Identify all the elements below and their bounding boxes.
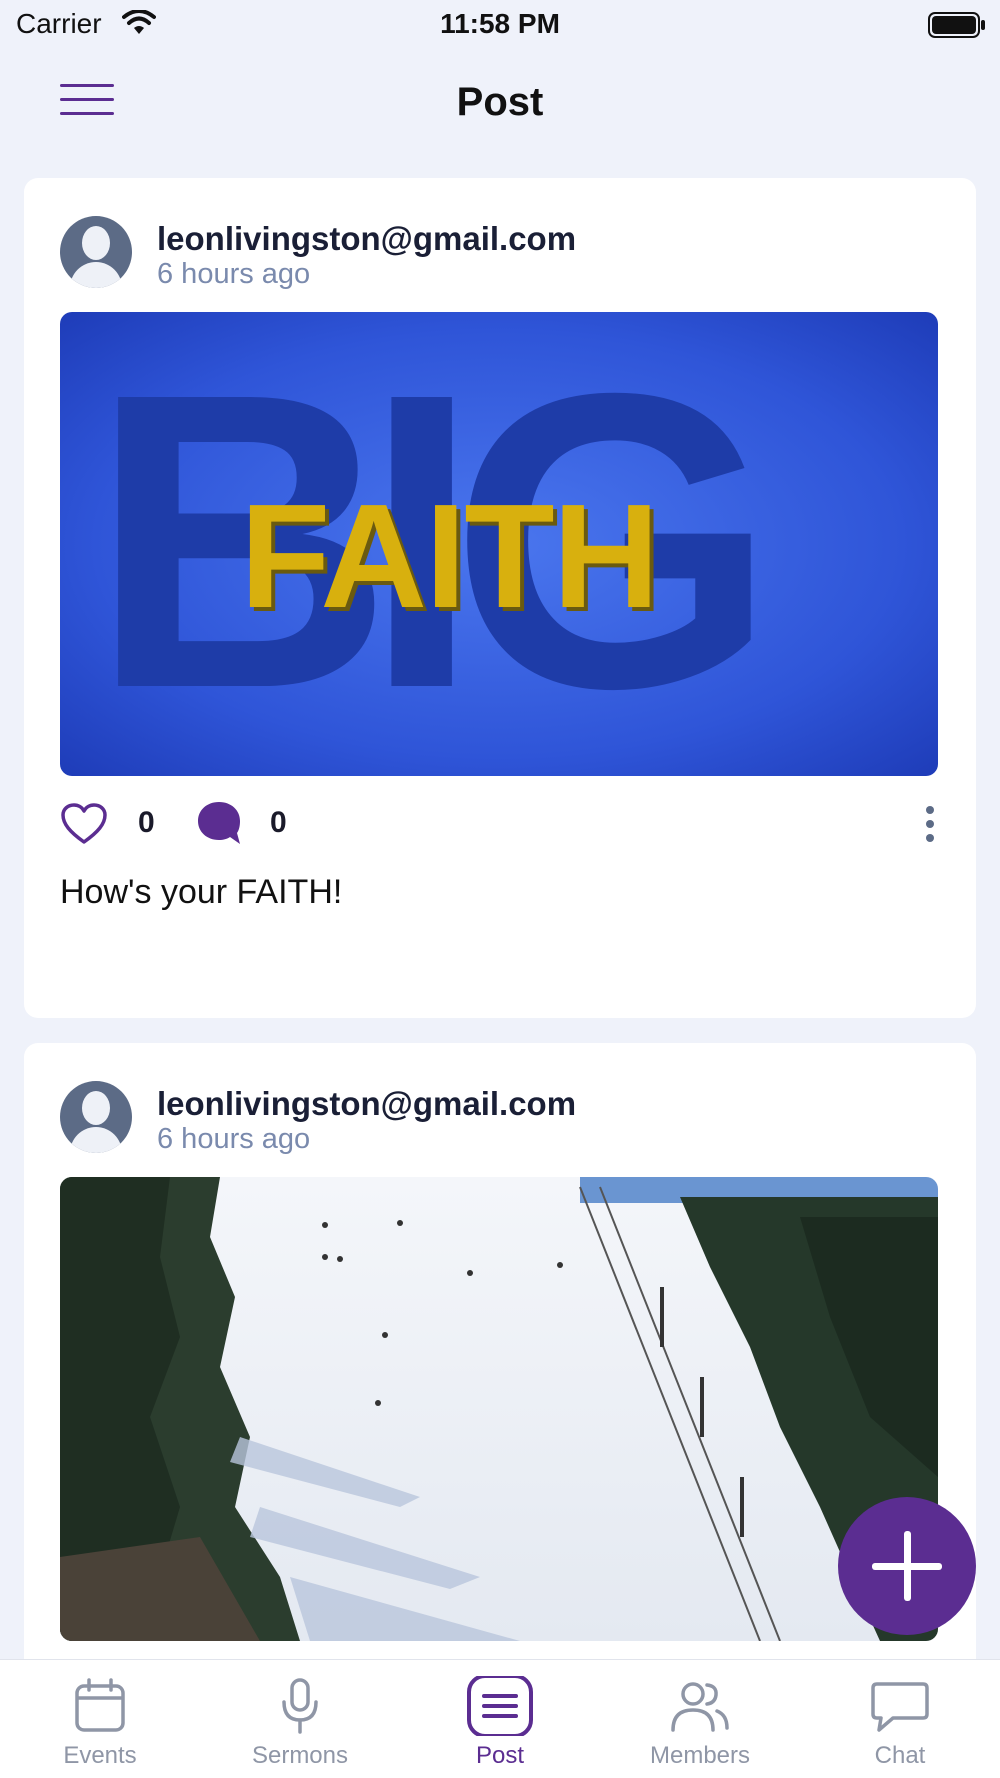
- tab-events[interactable]: Events: [0, 1660, 200, 1778]
- tab-chat[interactable]: Chat: [800, 1660, 1000, 1778]
- tab-label: Post: [475, 1742, 525, 1769]
- tab-label: Events: [63, 1742, 137, 1769]
- post-author[interactable]: leonlivingston@gmail.com: [157, 1085, 576, 1123]
- post-caption: How's your FAITH!: [60, 873, 343, 911]
- heart-icon[interactable]: [60, 802, 108, 846]
- add-post-button[interactable]: [838, 1497, 976, 1635]
- post-timestamp: 6 hours ago: [157, 1123, 311, 1155]
- ski-slope-illustration: [60, 1177, 938, 1641]
- tab-post[interactable]: Post: [400, 1660, 600, 1778]
- avatar[interactable]: [60, 216, 132, 288]
- image-faith-text: FAITH: [240, 474, 660, 639]
- post-actions: 0 0: [60, 798, 940, 854]
- comment-count: 0: [270, 806, 287, 839]
- tab-label: Chat: [874, 1742, 926, 1769]
- post-image[interactable]: [60, 1177, 938, 1641]
- comment-icon[interactable]: [196, 800, 242, 846]
- people-icon: [671, 1682, 729, 1732]
- status-bar: Carrier 11:58 PM: [0, 0, 1000, 50]
- post-author[interactable]: leonlivingston@gmail.com: [157, 220, 576, 258]
- tab-label: Sermons: [251, 1742, 349, 1769]
- tab-label: Members: [649, 1742, 751, 1769]
- calendar-icon: [75, 1678, 125, 1732]
- status-time: 11:58 PM: [440, 8, 560, 39]
- post-card: leonlivingston@gmail.com 6 hours ago BIG…: [24, 178, 976, 1018]
- battery-icon: [928, 12, 985, 38]
- avatar[interactable]: [60, 1081, 132, 1153]
- chat-bubble-icon: [871, 1682, 929, 1732]
- tab-members[interactable]: Members: [600, 1660, 800, 1778]
- list-icon: [467, 1676, 533, 1736]
- like-count: 0: [138, 806, 155, 839]
- post-timestamp: 6 hours ago: [157, 258, 311, 290]
- page-title: Post: [456, 80, 544, 124]
- nav-bar: Post: [0, 58, 1000, 146]
- post-card: leonlivingston@gmail.com 6 hours ago: [24, 1043, 976, 1763]
- tab-sermons[interactable]: Sermons: [200, 1660, 400, 1778]
- microphone-icon: [282, 1678, 318, 1734]
- post-image[interactable]: BIG FAITH: [60, 312, 938, 776]
- tab-bar: Events Sermons Post Members Chat: [0, 1659, 1000, 1778]
- more-options-icon[interactable]: [920, 802, 940, 846]
